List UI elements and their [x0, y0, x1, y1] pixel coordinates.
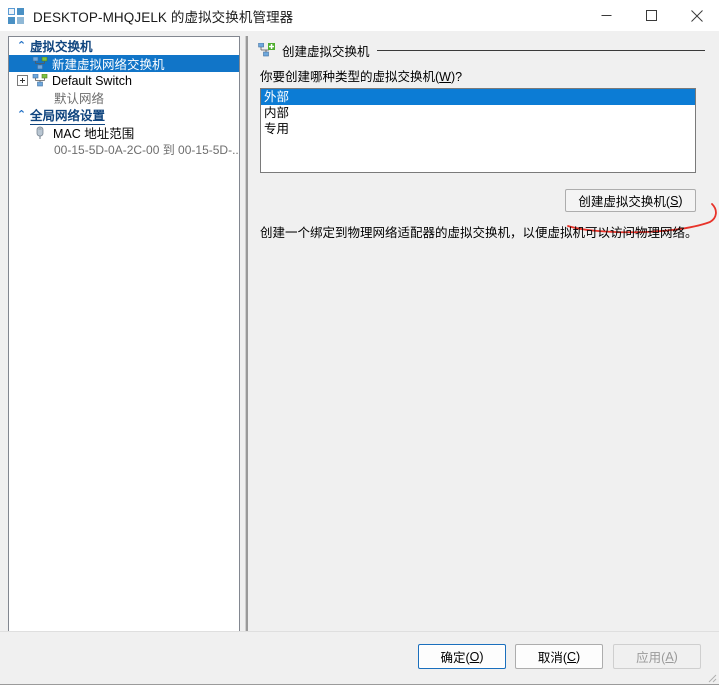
cancel-button-text-before: 取消(	[537, 651, 567, 665]
prompt-text-before: 你要创建哪种类型的虚拟交换机(	[260, 70, 440, 84]
ok-button-accelerator: O	[469, 649, 480, 664]
sidebar-item-label: MAC 地址范围	[53, 127, 135, 141]
switch-type-prompt: 你要创建哪种类型的虚拟交换机(W)?	[260, 66, 462, 85]
tree-group-label: 全局网络设置	[30, 105, 106, 125]
apply-button-accelerator: A	[665, 649, 674, 664]
ok-button[interactable]: 确定(O)	[418, 644, 506, 669]
create-virtual-switch-button[interactable]: 创建虚拟交换机(S)	[565, 189, 696, 212]
minimize-icon[interactable]	[584, 0, 629, 31]
close-icon[interactable]	[674, 0, 719, 31]
ok-button-text-after: )	[479, 649, 484, 664]
list-item-external[interactable]: 外部	[261, 89, 695, 105]
chevron-up-icon: ⌃	[16, 108, 27, 121]
sidebar-item-default-switch[interactable]: Default Switch	[9, 72, 239, 89]
virtual-switch-icon	[32, 56, 48, 70]
list-item-internal[interactable]: 内部	[261, 105, 695, 121]
navigation-tree[interactable]: ⌃ 虚拟交换机 新建虚拟网络交换机 Default Switch 默认网络 ⌃ …	[8, 36, 240, 632]
cancel-button[interactable]: 取消(C)	[515, 644, 603, 669]
switch-type-description: 创建一个绑定到物理网络适配器的虚拟交换机，以便虚拟机可以访问物理网络。	[260, 226, 698, 240]
create-button-accelerator: S	[670, 193, 679, 208]
apply-button-text-before: 应用(	[636, 651, 666, 665]
panel-splitter[interactable]	[243, 36, 250, 632]
dialog-body: ⌃ 虚拟交换机 新建虚拟网络交换机 Default Switch 默认网络 ⌃ …	[0, 31, 719, 632]
create-switch-icon	[258, 42, 276, 57]
cancel-button-accelerator: C	[566, 649, 577, 664]
sidebar-item-label: Default Switch	[52, 73, 132, 88]
hyperv-icon	[8, 7, 24, 24]
mac-address-icon	[32, 126, 48, 140]
sidebar-item-sublabel: 默认网络	[54, 92, 105, 106]
sidebar-item-new-virtual-switch[interactable]: 新建虚拟网络交换机	[9, 55, 239, 72]
prompt-accelerator: W	[439, 70, 451, 84]
virtual-switch-manager-window: DESKTOP-MHQJELK 的虚拟交换机管理器 ⌃ 虚拟交换机 新建虚拟网络…	[0, 0, 719, 685]
cancel-button-text-after: )	[576, 649, 581, 664]
group-header-rule	[376, 49, 705, 51]
ok-button-text-before: 确定(	[440, 651, 470, 665]
expand-plus-icon[interactable]	[17, 75, 28, 86]
list-item-private[interactable]: 专用	[261, 121, 695, 137]
chevron-up-icon: ⌃	[16, 39, 27, 52]
sidebar-item-mac-address-range[interactable]: MAC 地址范围	[9, 124, 239, 141]
sidebar-item-sublabel: 00-15-5D-0A-2C-00 到 00-15-5D-...	[54, 143, 240, 157]
switch-type-listbox[interactable]: 外部 内部 专用	[260, 88, 696, 173]
group-header-create-virtual-switch: 创建虚拟交换机	[258, 41, 705, 59]
details-panel: 创建虚拟交换机 你要创建哪种类型的虚拟交换机(W)? 外部 内部 专用 创建虚拟…	[252, 36, 717, 632]
tree-group-label: 虚拟交换机	[30, 37, 93, 56]
tree-group-global-network-settings[interactable]: ⌃ 全局网络设置	[9, 105, 239, 125]
group-header-label: 创建虚拟交换机	[282, 44, 370, 59]
title-bar: DESKTOP-MHQJELK 的虚拟交换机管理器	[0, 0, 719, 31]
create-button-text-after: )	[678, 193, 683, 208]
maximize-icon[interactable]	[629, 0, 674, 31]
apply-button-text-after: )	[673, 649, 678, 664]
dialog-footer: 确定(O) 取消(C) 应用(A)	[0, 631, 719, 685]
tree-group-virtual-switches[interactable]: ⌃ 虚拟交换机	[9, 37, 239, 56]
window-title: DESKTOP-MHQJELK 的虚拟交换机管理器	[33, 9, 294, 25]
apply-button: 应用(A)	[613, 644, 701, 669]
window-controls	[584, 0, 719, 31]
create-button-text-before: 创建虚拟交换机(	[578, 195, 671, 209]
prompt-text-after: )?	[450, 70, 463, 84]
resize-grip[interactable]	[705, 671, 717, 683]
sidebar-item-label: 新建虚拟网络交换机	[52, 58, 165, 72]
virtual-switch-icon	[32, 73, 48, 87]
